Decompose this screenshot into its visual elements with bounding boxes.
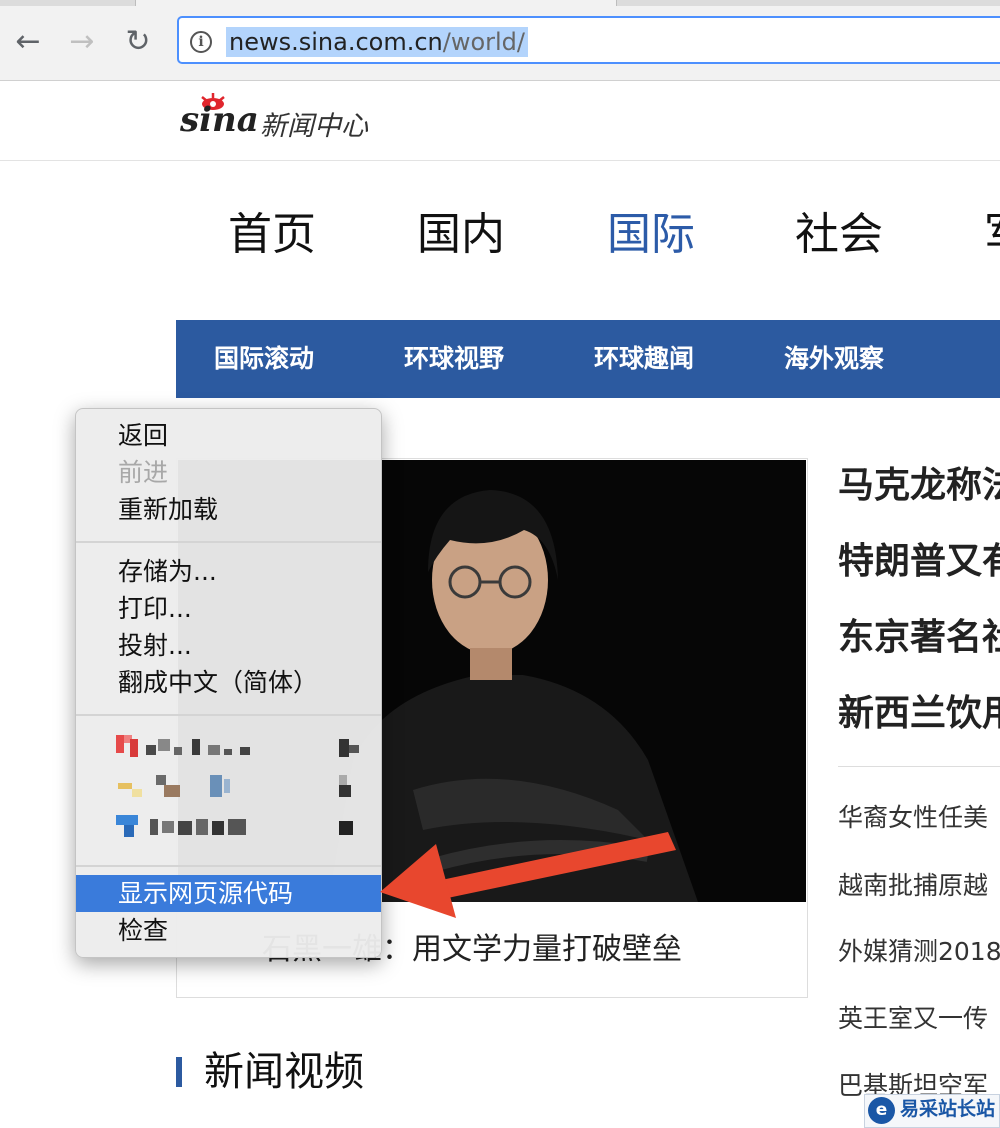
headline-link[interactable]: 新西兰饮用 — [838, 690, 1000, 738]
nav-domestic[interactable]: 国内 — [417, 205, 505, 265]
main-nav: 首页 国内 国际 社会 军 — [0, 205, 1000, 265]
news-list-item[interactable]: 越南批捕原越 — [838, 866, 988, 906]
subnav-global-view[interactable]: 环球视野 — [404, 320, 504, 398]
annotation-arrow-icon — [380, 832, 676, 918]
menu-separator — [76, 541, 381, 543]
forward-arrow-icon[interactable]: → — [62, 22, 102, 62]
reload-icon[interactable]: ↻ — [118, 22, 158, 62]
header-divider — [0, 160, 1000, 161]
subnav-global-fun[interactable]: 环球趣闻 — [594, 320, 694, 398]
menu-translate[interactable]: 翻成中文（简体） — [76, 664, 381, 701]
nav-international[interactable]: 国际 — [607, 205, 695, 265]
back-arrow-icon[interactable]: ← — [8, 22, 48, 62]
menu-reload[interactable]: 重新加载 — [76, 491, 381, 528]
watermark-text: 易采站长站 — [900, 1098, 996, 1120]
sub-nav: 国际滚动 环球视野 环球趣闻 海外观察 — [176, 320, 1000, 398]
headline-link[interactable]: 特朗普又有 — [838, 538, 1000, 586]
menu-cast[interactable]: 投射... — [76, 627, 381, 664]
news-list-item[interactable]: 华裔女性任美 — [838, 798, 988, 838]
extension-item-pixelated[interactable] — [116, 735, 366, 759]
menu-forward: 前进 — [118, 458, 169, 487]
menu-separator — [76, 865, 381, 867]
context-menu: 返回 前进 重新加载 存储为... 打印... 投射... 翻成中文（简体） 显… — [75, 408, 382, 958]
news-list-item[interactable]: 外媒猜测2018 — [838, 932, 1000, 972]
url-host: news.sina.com.cn — [229, 28, 443, 56]
menu-print[interactable]: 打印... — [76, 590, 381, 627]
logo-cn: 新闻中心 — [260, 111, 368, 142]
menu-save-as[interactable]: 存储为... — [76, 553, 381, 590]
headline-link[interactable]: 东京著名社 — [838, 614, 1000, 662]
menu-separator — [76, 714, 381, 716]
logo-latin: sina — [180, 100, 259, 140]
url-text[interactable]: news.sina.com.cn/world/ — [226, 27, 529, 57]
sina-news-logo[interactable]: sina 新闻中心 — [178, 92, 398, 148]
headline-divider — [838, 766, 1000, 767]
site-info-icon[interactable]: i — [190, 31, 212, 53]
nav-society[interactable]: 社会 — [795, 205, 883, 265]
news-list-item[interactable]: 英王室又一传 — [838, 999, 988, 1039]
nav-military[interactable]: 军 — [984, 205, 1000, 265]
section-marker — [176, 1057, 182, 1087]
url-path: /world/ — [442, 28, 526, 56]
extension-item-pixelated[interactable] — [116, 815, 366, 839]
section-title-video: 新闻视频 — [204, 1049, 364, 1095]
extension-item-pixelated[interactable] — [116, 775, 366, 799]
subnav-intl-scroll[interactable]: 国际滚动 — [214, 320, 314, 398]
menu-inspect[interactable]: 检查 — [76, 912, 381, 949]
headline-link[interactable]: 马克龙称法 — [838, 462, 1000, 510]
subnav-overseas[interactable]: 海外观察 — [784, 320, 884, 398]
watermark-logo-icon: e — [868, 1097, 895, 1124]
menu-back[interactable]: 返回 — [76, 417, 381, 454]
nav-home[interactable]: 首页 — [228, 205, 316, 265]
menu-view-source[interactable]: 显示网页源代码 — [76, 875, 381, 912]
